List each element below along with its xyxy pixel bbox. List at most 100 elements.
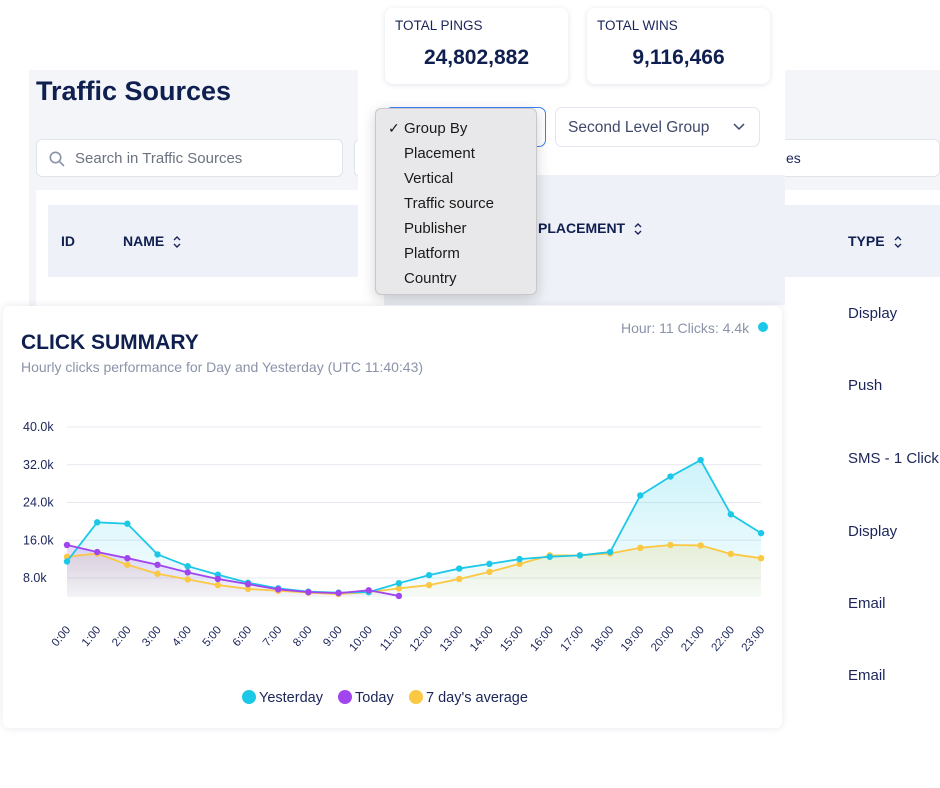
- x-tick-label: 1:00: [80, 624, 104, 649]
- search-icon: [49, 151, 65, 167]
- total-wins-card: TOTAL WINS 9,116,466: [587, 8, 770, 84]
- x-tick-label: 3:00: [140, 624, 164, 649]
- data-point-yesterday: [456, 565, 463, 572]
- dropdown-option[interactable]: Group By: [404, 120, 467, 137]
- dropdown-option[interactable]: Country: [404, 270, 457, 287]
- search-input[interactable]: [75, 140, 335, 176]
- page-title: Traffic Sources: [36, 76, 232, 106]
- data-point-today: [124, 554, 131, 562]
- data-point-yesterday: [425, 571, 433, 579]
- stat-value: 24,802,882: [423, 46, 530, 69]
- x-tick-label: 21:00: [679, 624, 707, 654]
- data-point-today: [395, 592, 403, 600]
- data-point-average: [184, 576, 191, 583]
- hover-tooltip: Hour: 11 Clicks: 4.4k: [621, 320, 750, 336]
- tooltip-dot: [758, 322, 768, 332]
- click-summary-chart: 40.0k 32.0k 24.0k 16.0k 8.0k 0:00 1:00 2:00 3:00…: [23, 420, 768, 654]
- data-point-today: [214, 575, 222, 583]
- select-label: Second Level Group: [568, 119, 710, 136]
- dropdown-option[interactable]: Traffic source: [404, 195, 494, 212]
- x-tick-label: 15:00: [498, 624, 526, 654]
- x-tick-label: 23:00: [740, 624, 768, 654]
- stat-label: TOTAL WINS: [597, 18, 678, 33]
- filter-input-text: es: [786, 150, 801, 166]
- x-tick-label: 0:00: [50, 624, 74, 649]
- data-point-yesterday: [576, 552, 584, 559]
- x-tick-label: 12:00: [408, 624, 436, 654]
- x-tick-label: 16:00: [528, 624, 556, 654]
- data-point-yesterday: [757, 529, 765, 537]
- legend-item-today[interactable]: Today: [338, 690, 394, 706]
- data-point-today: [305, 588, 312, 596]
- data-point-average: [637, 544, 644, 551]
- x-tick-label: 20:00: [649, 624, 677, 654]
- data-point-today: [244, 580, 252, 588]
- data-point-average: [757, 554, 765, 562]
- dropdown-option[interactable]: Vertical: [404, 170, 453, 187]
- legend-item-average[interactable]: 7 day's average: [409, 690, 528, 706]
- data-point-yesterday: [486, 560, 493, 568]
- data-point-yesterday: [63, 558, 71, 565]
- y-tick-label: 24.0k: [23, 496, 54, 510]
- x-tick-label: 9:00: [321, 624, 345, 649]
- sort-icon: [634, 223, 642, 236]
- data-point-average: [456, 575, 463, 583]
- data-point-yesterday: [93, 519, 101, 526]
- second-level-group-select[interactable]: Second Level Group: [555, 107, 760, 147]
- y-tick-label: 8.0k: [23, 571, 47, 585]
- x-tick-label: 2:00: [110, 624, 134, 649]
- x-tick-label: 5:00: [201, 624, 225, 649]
- x-tick-label: 14:00: [468, 624, 496, 654]
- stat-label: TOTAL PINGS: [395, 18, 483, 33]
- column-header-type[interactable]: TYPE: [848, 233, 903, 249]
- data-point-yesterday: [154, 551, 161, 558]
- data-point-today: [93, 548, 101, 556]
- y-tick-label: 40.0k: [23, 420, 54, 434]
- data-point-average: [154, 570, 161, 577]
- group-by-dropdown[interactable]: ✓ Group By Placement Vertical Traffic so…: [375, 108, 537, 295]
- click-summary-title: CLICK SUMMARY: [21, 331, 199, 354]
- column-header-id[interactable]: ID: [61, 233, 75, 249]
- y-tick-label: 16.0k: [23, 533, 54, 547]
- x-tick-label: 8:00: [291, 624, 315, 649]
- data-point-yesterday: [727, 511, 735, 518]
- legend-item-yesterday[interactable]: Yesterday: [242, 690, 323, 706]
- data-point-average: [697, 542, 704, 549]
- type-cell: Display: [848, 305, 898, 322]
- type-cell: Display: [848, 523, 898, 540]
- data-point-yesterday: [546, 553, 553, 560]
- data-point-today: [335, 589, 342, 597]
- x-tick-label: 13:00: [438, 624, 466, 654]
- type-cell: SMS - 1 Click: [848, 450, 939, 467]
- data-point-average: [124, 561, 131, 568]
- x-tick-label: 10:00: [347, 624, 375, 654]
- data-point-today: [365, 587, 372, 594]
- data-point-average: [486, 568, 493, 576]
- dropdown-option[interactable]: Placement: [404, 145, 475, 162]
- data-point-yesterday: [516, 555, 523, 563]
- legend-dot: [242, 690, 256, 704]
- data-point-yesterday: [667, 473, 674, 480]
- type-cell: Push: [848, 377, 883, 394]
- x-tick-label: 7:00: [261, 624, 285, 649]
- legend-dot: [409, 690, 423, 704]
- data-point-today: [275, 586, 282, 593]
- data-point-average: [425, 581, 433, 589]
- sort-icon: [173, 236, 181, 249]
- type-cell: Email: [848, 595, 886, 612]
- stat-value: 9,116,466: [632, 46, 725, 69]
- column-header-placement[interactable]: PLACEMENT: [538, 220, 643, 236]
- x-tick-label: 11:00: [378, 624, 405, 653]
- dropdown-option[interactable]: Platform: [404, 245, 460, 262]
- data-point-today: [184, 569, 191, 576]
- data-point-today: [154, 561, 161, 568]
- data-point-yesterday: [637, 492, 644, 499]
- data-point-average: [667, 541, 674, 549]
- dropdown-option[interactable]: Publisher: [404, 220, 467, 237]
- data-point-yesterday: [124, 520, 131, 527]
- data-point-yesterday: [697, 456, 704, 464]
- x-tick-label: 19:00: [619, 624, 647, 654]
- search-field[interactable]: [36, 139, 343, 177]
- column-header-name[interactable]: NAME: [123, 233, 182, 249]
- type-cell: Email: [848, 667, 886, 684]
